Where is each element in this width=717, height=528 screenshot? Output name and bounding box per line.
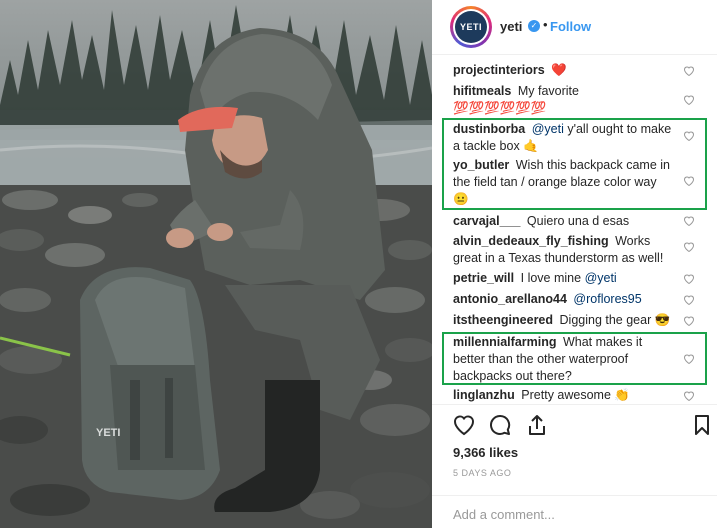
avatar-logo: YETI <box>455 11 487 43</box>
comment-item: yo_butler Wish this backpack came in the… <box>453 157 673 208</box>
post-photo: YETI <box>0 0 432 528</box>
comment-emoji: ❤️ <box>551 63 567 77</box>
comment-like-heart-icon[interactable] <box>683 175 695 186</box>
comment-mention[interactable]: @yeti <box>532 122 564 136</box>
comment-text: I love mine <box>520 271 582 285</box>
add-comment-bar <box>432 495 717 528</box>
comment-like-heart-icon[interactable] <box>683 390 695 401</box>
post-timestamp: 5 DAYS AGO <box>453 468 512 478</box>
comment-emoji: 😐 <box>453 192 469 206</box>
heart-icon[interactable] <box>452 413 476 437</box>
comment-username[interactable]: yo_butler <box>453 158 509 172</box>
comment-item: hifitmeals My favorite 💯💯💯💯💯💯 <box>453 83 673 117</box>
comment-like-heart-icon[interactable] <box>683 130 695 141</box>
comment-text: Pretty awesome <box>521 388 611 402</box>
comment-like-heart-icon[interactable] <box>683 94 695 105</box>
add-comment-input[interactable] <box>453 504 693 524</box>
header-username[interactable]: yeti <box>500 19 522 34</box>
comment-item: projectinteriors ❤️ <box>453 62 673 79</box>
post-sidebar: YETI yeti ✓ • Follow projectinteriors ❤️… <box>432 0 717 528</box>
like-count[interactable]: 9,366 likes <box>453 445 518 460</box>
comment-like-heart-icon[interactable] <box>683 294 695 305</box>
comment-item: carvajal___ Quiero una d esas <box>453 213 673 230</box>
bookmark-icon[interactable] <box>690 413 714 437</box>
comment-like-heart-icon[interactable] <box>683 315 695 326</box>
comment-username[interactable]: antonio_arellano44 <box>453 292 567 306</box>
comment-emoji: 🤙 <box>523 139 539 153</box>
comment-mention[interactable]: @yeti <box>585 271 617 285</box>
comment-item: millennialfarming What makes it better t… <box>453 334 673 385</box>
comment-text: Digging the gear <box>559 313 652 327</box>
comment-username[interactable]: petrie_will <box>453 271 514 285</box>
separator-dot: • <box>543 17 548 32</box>
comment-item: linglanzhu Pretty awesome 👏 <box>453 387 673 404</box>
comment-item: itstheengineered Digging the gear 😎 <box>453 312 673 329</box>
comment-emoji: 😎 <box>654 313 671 327</box>
comment-text: My favorite <box>517 84 579 98</box>
comment-text: Quiero una d esas <box>526 214 630 228</box>
post-header: YETI yeti ✓ • Follow <box>432 0 717 55</box>
comment-username[interactable]: dustinborba <box>453 122 525 136</box>
comment-icon[interactable] <box>488 413 512 437</box>
comment-item: dustinborba @yeti y'all ought to make a … <box>453 121 673 155</box>
backpack-logo: YETI <box>96 427 120 439</box>
comment-like-heart-icon[interactable] <box>683 215 695 226</box>
verified-badge-icon: ✓ <box>528 20 540 32</box>
comment-item: petrie_will I love mine @yeti <box>453 270 673 287</box>
comment-like-heart-icon[interactable] <box>683 65 695 76</box>
comment-username[interactable]: alvin_dedeaux_fly_fishing <box>453 234 609 248</box>
comment-username[interactable]: millennialfarming <box>453 335 557 349</box>
comment-username[interactable]: carvajal___ <box>453 214 520 228</box>
comment-username[interactable]: hifitmeals <box>453 84 511 98</box>
comment-emoji: 💯💯💯💯💯💯 <box>453 101 547 115</box>
comments-list[interactable]: projectinteriors ❤️ hifitmeals My favori… <box>432 56 717 404</box>
comment-username[interactable]: itstheengineered <box>453 313 553 327</box>
post-actions: 9,366 likes 5 DAYS AGO <box>432 404 717 528</box>
comment-mention[interactable]: @roflores95 <box>573 292 641 306</box>
share-icon[interactable] <box>525 413 549 437</box>
comment-like-heart-icon[interactable] <box>683 273 695 284</box>
comment-like-heart-icon[interactable] <box>683 353 695 364</box>
follow-button[interactable]: Follow <box>550 19 591 34</box>
comment-emoji: 👏 <box>614 388 630 402</box>
comment-like-heart-icon[interactable] <box>683 241 695 252</box>
comment-username[interactable]: projectinteriors <box>453 63 545 77</box>
comment-username[interactable]: linglanzhu <box>453 388 515 402</box>
comment-item: antonio_arellano44 @roflores95 <box>453 291 673 308</box>
avatar[interactable]: YETI <box>450 6 492 48</box>
comment-item: alvin_dedeaux_fly_fishing Works great in… <box>453 233 673 267</box>
